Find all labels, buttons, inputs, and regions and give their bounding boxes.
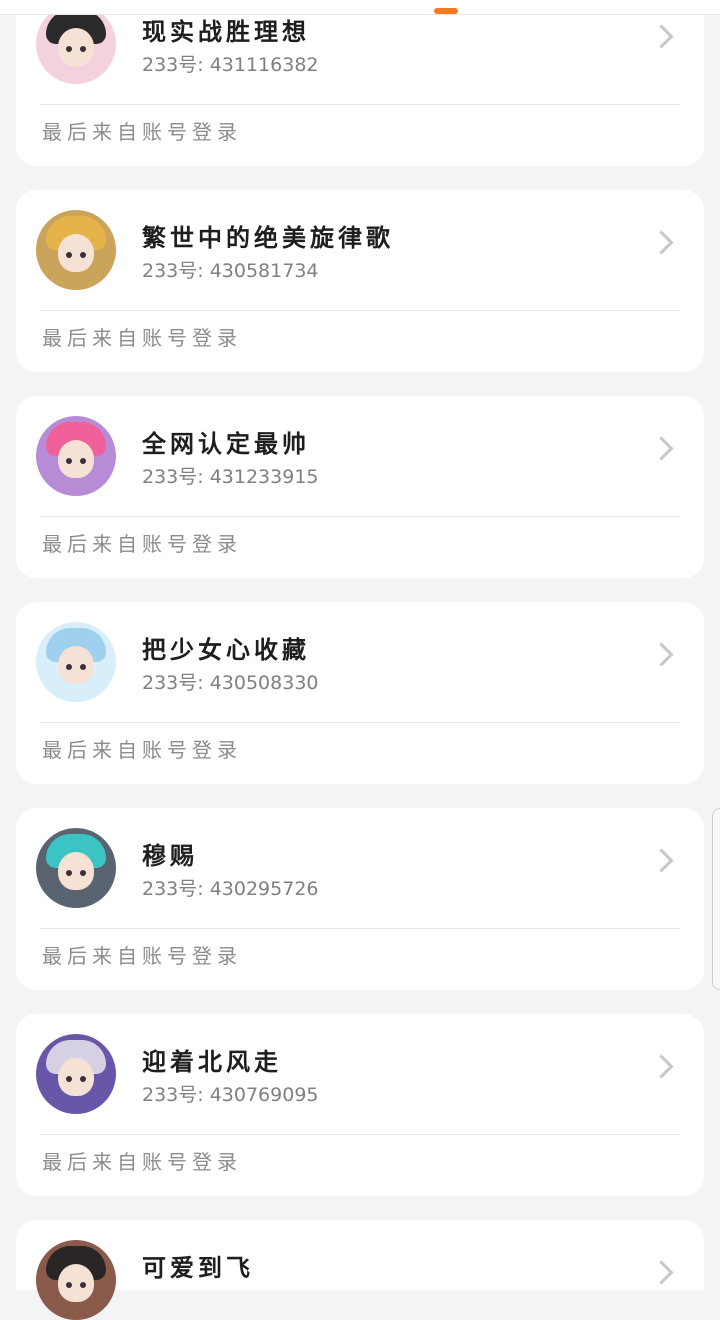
account-card[interactable]: 可爱到飞 — [16, 1220, 704, 1320]
chevron-right-icon[interactable] — [649, 642, 674, 667]
anime-avatar-icon — [36, 622, 116, 702]
scroll-indicator — [434, 8, 458, 14]
account-nickname: 全网认定最帅 — [142, 429, 310, 458]
chevron-right-icon[interactable] — [649, 436, 674, 461]
login-source: 最后来自账号登录 — [42, 326, 242, 350]
anime-avatar-icon — [36, 1034, 116, 1114]
anime-avatar-icon — [36, 416, 116, 496]
login-source: 最后来自账号登录 — [42, 532, 242, 556]
chevron-right-icon[interactable] — [649, 1054, 674, 1079]
account-card[interactable]: 现实战胜理想 233号: 431116382 最后来自账号登录 — [16, 0, 704, 166]
account-card[interactable]: 迎着北风走 233号: 430769095 最后来自账号登录 — [16, 1014, 704, 1196]
account-nickname: 现实战胜理想 — [142, 17, 310, 46]
account-nickname: 迎着北风走 — [142, 1047, 282, 1076]
account-card[interactable]: 穆赐 233号: 430295726 最后来自账号登录 — [16, 808, 704, 990]
account-nickname: 穆赐 — [142, 841, 198, 870]
divider — [40, 104, 680, 105]
anime-avatar-icon — [36, 1240, 116, 1320]
account-id: 233号: 431233915 — [142, 466, 319, 488]
account-nickname: 繁世中的绝美旋律歌 — [142, 223, 394, 252]
divider — [40, 310, 680, 311]
divider — [40, 1134, 680, 1135]
account-id: 233号: 430508330 — [142, 672, 319, 694]
anime-avatar-icon — [36, 828, 116, 908]
anime-avatar-icon — [36, 210, 116, 290]
divider — [40, 928, 680, 929]
account-card[interactable]: 全网认定最帅 233号: 431233915 最后来自账号登录 — [16, 396, 704, 578]
chevron-right-icon[interactable] — [649, 848, 674, 873]
side-drawer-handle[interactable] — [712, 808, 720, 990]
account-card[interactable]: 繁世中的绝美旋律歌 233号: 430581734 最后来自账号登录 — [16, 190, 704, 372]
chevron-right-icon[interactable] — [649, 24, 674, 49]
account-nickname: 可爱到飞 — [142, 1253, 254, 1282]
chevron-right-icon[interactable] — [649, 1260, 674, 1285]
top-status-strip — [0, 0, 720, 15]
account-card[interactable]: 把少女心收藏 233号: 430508330 最后来自账号登录 — [16, 602, 704, 784]
account-id: 233号: 430295726 — [142, 878, 319, 900]
account-nickname: 把少女心收藏 — [142, 635, 310, 664]
account-id: 233号: 430581734 — [142, 260, 319, 282]
login-source: 最后来自账号登录 — [42, 738, 242, 762]
login-source: 最后来自账号登录 — [42, 120, 242, 144]
anime-avatar-icon — [36, 4, 116, 84]
divider — [40, 516, 680, 517]
divider — [40, 722, 680, 723]
login-source: 最后来自账号登录 — [42, 1150, 242, 1174]
account-id: 233号: 430769095 — [142, 1084, 319, 1106]
login-source: 最后来自账号登录 — [42, 944, 242, 968]
account-id: 233号: 431116382 — [142, 54, 319, 76]
chevron-right-icon[interactable] — [649, 230, 674, 255]
